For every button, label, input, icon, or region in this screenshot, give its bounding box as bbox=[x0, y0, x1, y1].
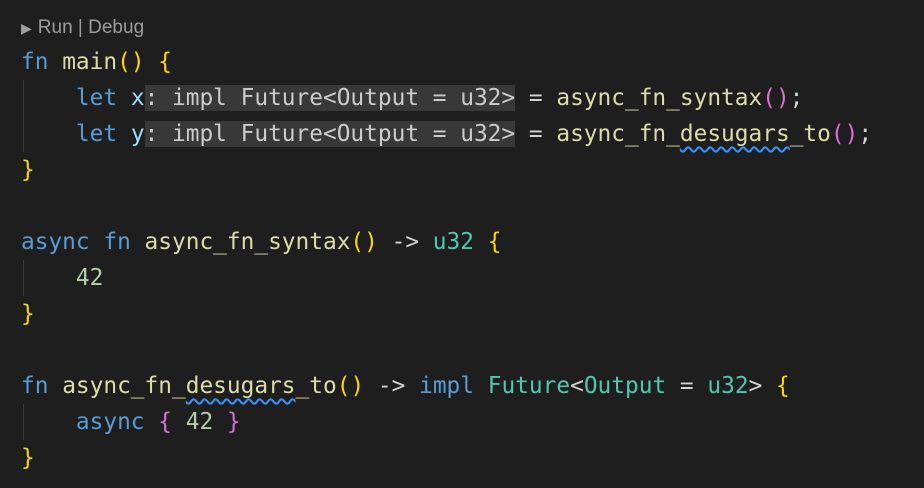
open-brace: { bbox=[158, 409, 172, 435]
codelens-debug-link[interactable]: Debug bbox=[88, 17, 144, 38]
parens: () bbox=[830, 121, 859, 147]
keyword: fn bbox=[21, 49, 49, 75]
operator: = bbox=[679, 373, 694, 399]
variable: y bbox=[130, 121, 145, 147]
operator: = bbox=[528, 85, 543, 111]
inlay-type-hint: : impl Future<Output = u32> bbox=[144, 121, 516, 147]
open-brace: { bbox=[776, 373, 790, 399]
keyword: fn bbox=[21, 373, 49, 399]
inlay-type-hint: : impl Future<Output = u32> bbox=[144, 85, 516, 111]
keyword: fn bbox=[103, 229, 131, 255]
open-brace: { bbox=[158, 49, 173, 75]
close-brace: } bbox=[21, 445, 35, 471]
spellcheck-squiggle[interactable]: desugars bbox=[680, 121, 790, 147]
angle-bracket: < bbox=[570, 373, 584, 399]
code-line-11[interactable]: async { 42 } bbox=[21, 404, 241, 440]
close-brace: } bbox=[21, 301, 35, 327]
spellcheck-squiggle[interactable]: desugars bbox=[186, 373, 296, 399]
code-line-2[interactable]: let x: impl Future<Output = u32> = async… bbox=[21, 80, 803, 116]
function-name: async_fn_syntax bbox=[144, 229, 351, 255]
function-call: async_fn_ bbox=[556, 121, 680, 147]
operator: = bbox=[528, 121, 543, 147]
keyword: async bbox=[21, 229, 90, 255]
code-editor[interactable]: ▶ Run | Debug fn main() { let x: impl Fut… bbox=[0, 0, 924, 488]
code-line-12[interactable]: } bbox=[21, 440, 35, 476]
code-line-7[interactable]: 42 bbox=[21, 260, 103, 296]
parens: () bbox=[762, 85, 790, 111]
keyword: impl bbox=[419, 373, 474, 399]
variable: x bbox=[130, 85, 145, 111]
function-name: _to bbox=[295, 373, 337, 399]
run-triangle-icon: ▶ bbox=[21, 20, 32, 36]
function-name: async_fn_ bbox=[62, 373, 186, 399]
keyword: let bbox=[75, 121, 118, 147]
code-line-4[interactable]: } bbox=[21, 152, 35, 188]
parens: () bbox=[336, 373, 365, 399]
semicolon: ; bbox=[789, 85, 804, 111]
close-brace: } bbox=[21, 157, 35, 183]
semicolon: ; bbox=[858, 121, 873, 147]
codelens: ▶ Run | Debug bbox=[21, 17, 145, 38]
number-literal: 42 bbox=[75, 265, 104, 291]
codelens-run-link[interactable]: Run bbox=[38, 17, 73, 38]
parens: () bbox=[117, 49, 145, 75]
function-call: _to bbox=[789, 121, 831, 147]
angle-bracket: > bbox=[748, 373, 763, 399]
function-name: main bbox=[62, 49, 118, 75]
keyword: async bbox=[75, 409, 145, 435]
type-name: Future bbox=[487, 373, 571, 399]
code-line-10[interactable]: fn async_fn_desugars_to() -> impl Future… bbox=[21, 368, 790, 404]
arrow: -> bbox=[391, 229, 420, 255]
code-line-6[interactable]: async fn async_fn_syntax() -> u32 { bbox=[21, 224, 501, 260]
number-literal: 42 bbox=[185, 409, 214, 435]
type-name: u32 bbox=[707, 373, 749, 399]
code-line-3[interactable]: let y: impl Future<Output = u32> = async… bbox=[21, 116, 872, 152]
close-brace: } bbox=[226, 409, 241, 435]
type-name: Output bbox=[583, 373, 667, 399]
open-brace: { bbox=[487, 229, 502, 255]
parens: () bbox=[350, 229, 378, 255]
code-line-8[interactable]: } bbox=[21, 296, 35, 332]
keyword: let bbox=[75, 85, 118, 111]
code-line-1[interactable]: fn main() { bbox=[21, 44, 172, 80]
function-call: async_fn_syntax bbox=[556, 85, 763, 111]
return-type: u32 bbox=[432, 229, 474, 255]
arrow: -> bbox=[377, 373, 406, 399]
